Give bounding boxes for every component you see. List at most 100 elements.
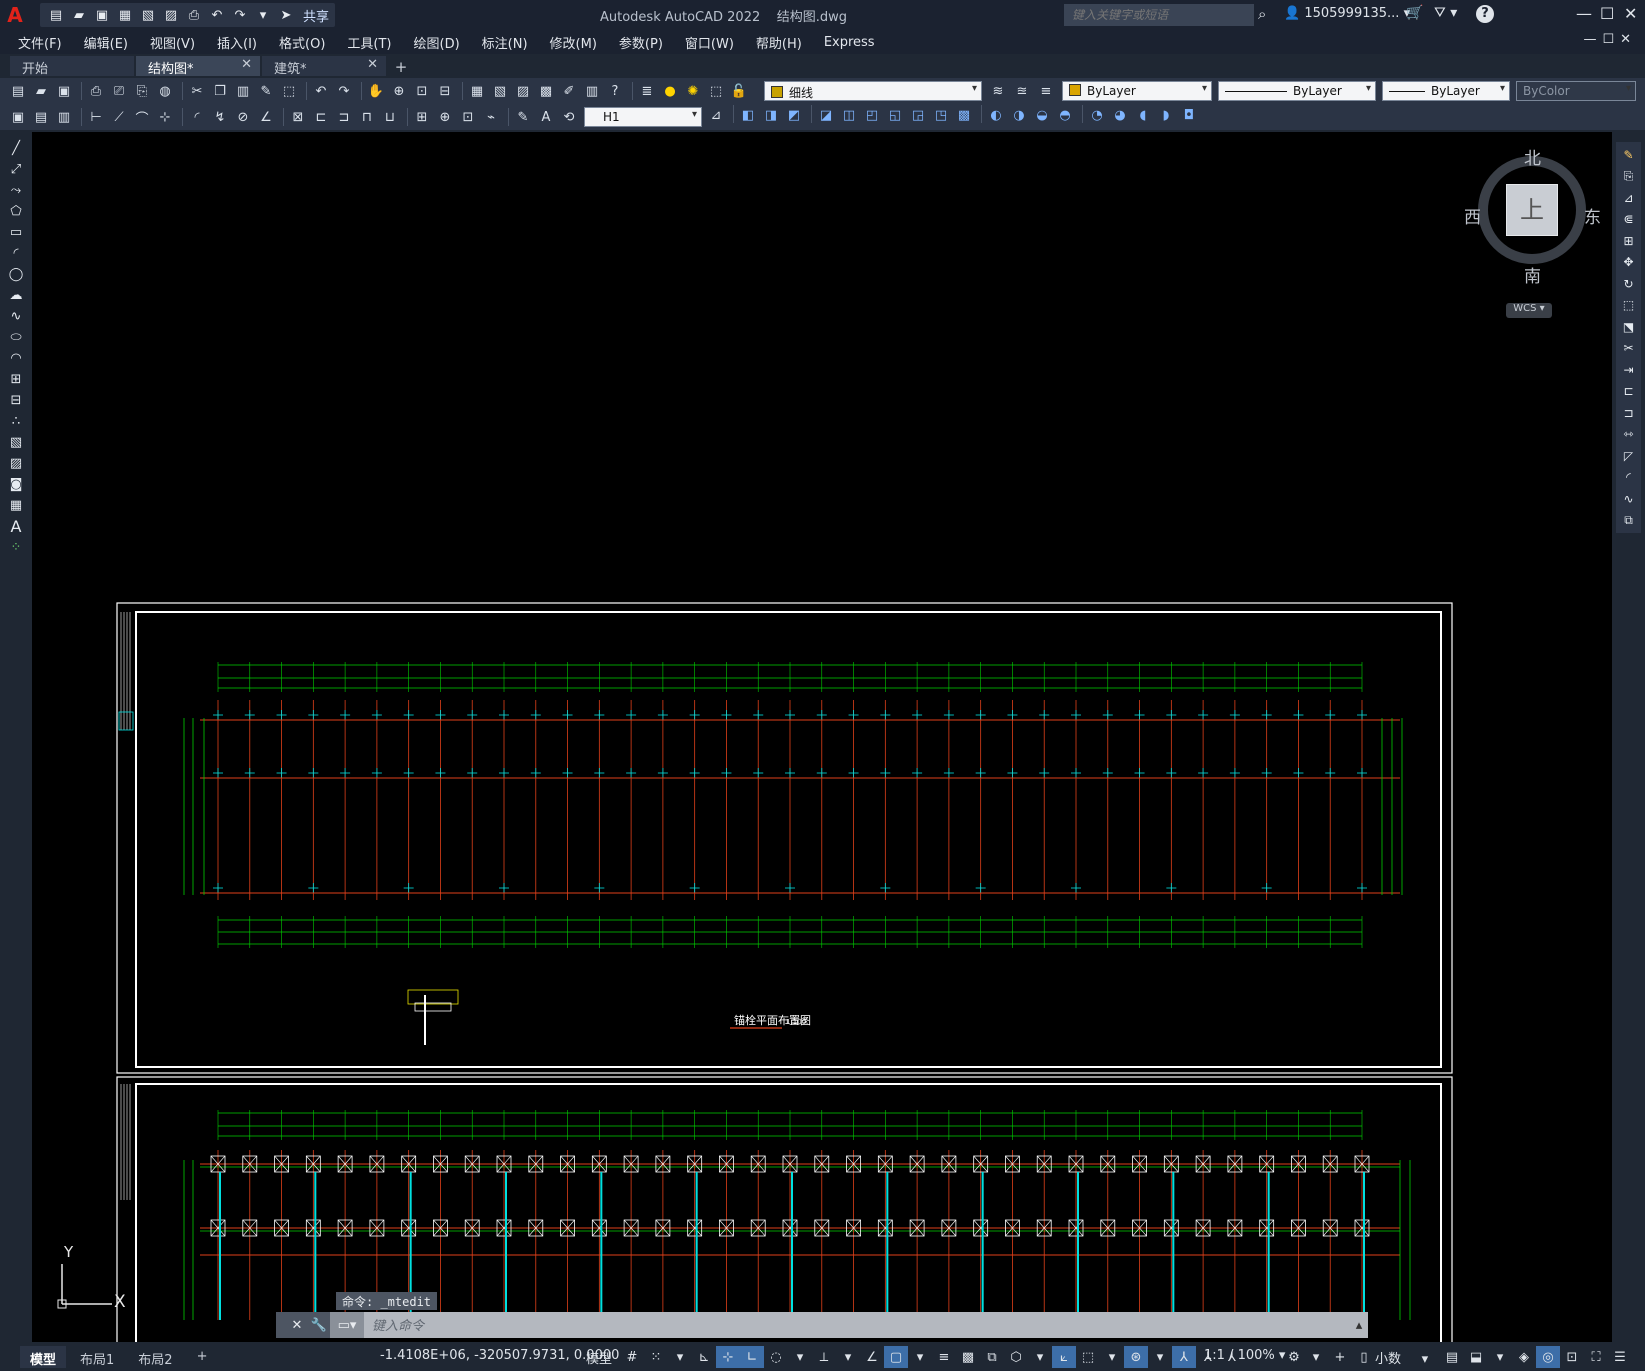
ordinate-dim-icon[interactable]: ⊹ <box>155 107 175 127</box>
workspace-menu-icon[interactable]: ▾ <box>1304 1346 1328 1368</box>
hatch-icon[interactable]: ▧ <box>0 432 32 453</box>
add-selected-icon[interactable]: ⁘ <box>0 537 32 558</box>
aligned-dim-icon[interactable]: ⟋ <box>109 107 129 127</box>
plot-preview-icon[interactable]: ⎚ <box>109 81 129 101</box>
color-dropdown[interactable]: ByLayer ▾ <box>1062 81 1212 101</box>
markup-icon[interactable]: ✐ <box>559 81 579 101</box>
tab-start[interactable]: 开始 <box>10 56 134 77</box>
app-share-icon[interactable]: ⛛ ▾ <box>1434 5 1457 21</box>
layout-tab-2[interactable]: 布局2 <box>128 1346 182 1368</box>
check-icon[interactable]: ◔ <box>1087 105 1107 125</box>
mtext-icon[interactable]: A <box>0 516 32 537</box>
annotation-visibility-icon[interactable]: ⅄ <box>1172 1346 1196 1368</box>
zoom-previous-icon[interactable]: ⊟ <box>435 81 455 101</box>
object-snap-tracking-icon[interactable]: ∠ <box>860 1346 884 1368</box>
annotation-scale[interactable]: 1:1 / 100% ▾ <box>1204 1348 1285 1363</box>
minimize-icon[interactable]: — <box>1576 4 1592 23</box>
close-command-icon[interactable]: ✕ <box>286 1312 308 1338</box>
slice-icon[interactable]: ◕ <box>1110 105 1130 125</box>
add-layout-icon[interactable]: + <box>187 1346 218 1368</box>
dynamic-input-icon[interactable]: ⊹ <box>716 1346 740 1368</box>
viewcube[interactable]: 上 北 南 东 西 <box>1464 148 1601 287</box>
rotate-faces-icon[interactable]: ◲ <box>908 105 928 125</box>
explode-icon[interactable]: ⧉ <box>1616 510 1641 532</box>
3d-osnap-menu-icon[interactable]: ▾ <box>1028 1346 1052 1368</box>
redo-icon[interactable]: ↷ <box>334 81 354 101</box>
fullscreen-icon[interactable]: ⛶ <box>1584 1346 1608 1368</box>
layout-tab-model[interactable]: 模型 <box>20 1345 67 1368</box>
extrude-faces-icon[interactable]: ◪ <box>816 105 836 125</box>
sheet-set-icon[interactable]: ▩ <box>536 81 556 101</box>
open-file-icon[interactable]: ▰ <box>69 6 89 24</box>
close-tab-icon[interactable]: ✕ <box>367 57 378 72</box>
spline-icon[interactable]: ∿ <box>0 306 32 327</box>
wblock-icon[interactable]: ▤ <box>31 107 51 127</box>
close-icon[interactable]: ✕ <box>1624 4 1637 23</box>
new-file-icon[interactable]: ▤ <box>46 6 66 24</box>
search-input[interactable] <box>1064 4 1254 26</box>
angular-dim-icon[interactable]: ∠ <box>256 107 276 127</box>
lock-ui-menu-icon[interactable]: ▾ <box>1488 1346 1512 1368</box>
trim-icon[interactable]: ✂ <box>1616 338 1641 360</box>
lineweight-dropdown[interactable]: ByLayer ▾ <box>1382 81 1510 101</box>
open-icon[interactable]: ▰ <box>31 81 51 101</box>
xline-icon[interactable]: ⤢ <box>0 159 32 180</box>
imprint-icon[interactable]: ◐ <box>986 105 1006 125</box>
compass-west[interactable]: 西 <box>1464 203 1481 228</box>
3d-osnap-icon[interactable]: ⬡ <box>1004 1346 1028 1368</box>
extend-icon[interactable]: ⇥ <box>1616 359 1641 381</box>
taper-faces-icon[interactable]: ◳ <box>931 105 951 125</box>
make-current-layer-icon[interactable]: ≋ <box>988 81 1008 101</box>
infer-constraints-icon[interactable]: ⊾ <box>692 1346 716 1368</box>
isolate-objects-icon[interactable]: ◈ <box>1512 1346 1536 1368</box>
menu-format[interactable]: 格式(O) <box>279 33 325 52</box>
user-account[interactable]: 👤 1505999135... ▾ <box>1284 6 1410 21</box>
polar-icon[interactable]: ◌ <box>764 1346 788 1368</box>
jogged-linear-icon[interactable]: ⌁ <box>481 107 501 127</box>
fillet-icon[interactable]: ◜ <box>1616 467 1641 489</box>
menu-edit[interactable]: 编辑(E) <box>84 33 128 52</box>
linetype-dropdown[interactable]: ByLayer ▾ <box>1218 81 1376 101</box>
shell-icon[interactable]: ◓ <box>1055 105 1075 125</box>
join-icon[interactable]: ⇿ <box>1616 424 1641 446</box>
isodraft-menu-icon[interactable]: ▾ <box>836 1346 860 1368</box>
ellipse-arc-icon[interactable]: ◠ <box>0 348 32 369</box>
subtract-icon[interactable]: ◨ <box>761 105 781 125</box>
block-icon[interactable]: ▣ <box>8 107 28 127</box>
plotstyle-dropdown[interactable]: ByColor ▾ <box>1516 81 1636 101</box>
dim-edit-icon[interactable]: ✎ <box>513 107 533 127</box>
menu-modify[interactable]: 修改(M) <box>550 33 597 52</box>
plot-icon[interactable]: ⎙ <box>86 81 106 101</box>
copy-icon[interactable]: ❐ <box>210 81 230 101</box>
copy-faces-icon[interactable]: ▩ <box>954 105 974 125</box>
selection-filter-menu-icon[interactable]: ▾ <box>1100 1346 1124 1368</box>
customize-qat-icon[interactable]: ▾ <box>253 6 273 24</box>
dim-style-icon[interactable]: ⊿ <box>706 105 726 125</box>
document-window-controls[interactable]: —☐✕ <box>1583 32 1637 47</box>
baseline-dim-icon[interactable]: ⊏ <box>311 107 331 127</box>
expand-history-icon[interactable]: ▴ <box>1350 1312 1368 1338</box>
recent-commands-icon[interactable]: ▭▾ <box>330 1312 364 1338</box>
move-icon[interactable]: ✥ <box>1616 252 1641 274</box>
diameter-dim-icon[interactable]: ⊘ <box>233 107 253 127</box>
share-button[interactable]: 共享 <box>303 6 329 25</box>
object-snap-icon[interactable]: ▢ <box>884 1346 908 1368</box>
tab-architecture[interactable]: 建筑* ✕ <box>262 56 386 77</box>
undo-icon[interactable]: ↶ <box>311 81 331 101</box>
layer-dropdown[interactable]: 细线 ▾ <box>764 81 982 101</box>
help-icon[interactable]: ? <box>605 81 625 101</box>
ellipse-icon[interactable]: ⬭ <box>0 327 32 348</box>
blend-icon[interactable]: ∿ <box>1616 488 1641 510</box>
lineweight-icon[interactable]: ≡ <box>932 1346 956 1368</box>
calculator-icon[interactable]: ▥ <box>582 81 602 101</box>
plot-icon[interactable]: ⎙ <box>184 6 204 24</box>
close-tab-icon[interactable]: ✕ <box>241 57 252 72</box>
snap-menu-icon[interactable]: ▾ <box>668 1346 692 1368</box>
inspect-icon[interactable]: ⊡ <box>458 107 478 127</box>
layer-previous-icon[interactable]: ≊ <box>1012 81 1032 101</box>
share-icon[interactable]: ➤ <box>276 6 296 24</box>
erase-icon[interactable]: ✎ <box>1616 144 1641 166</box>
graphics-performance-icon[interactable]: ◎ <box>1536 1346 1560 1368</box>
polar-menu-icon[interactable]: ▾ <box>788 1346 812 1368</box>
polygon-icon[interactable]: ⬠ <box>0 201 32 222</box>
